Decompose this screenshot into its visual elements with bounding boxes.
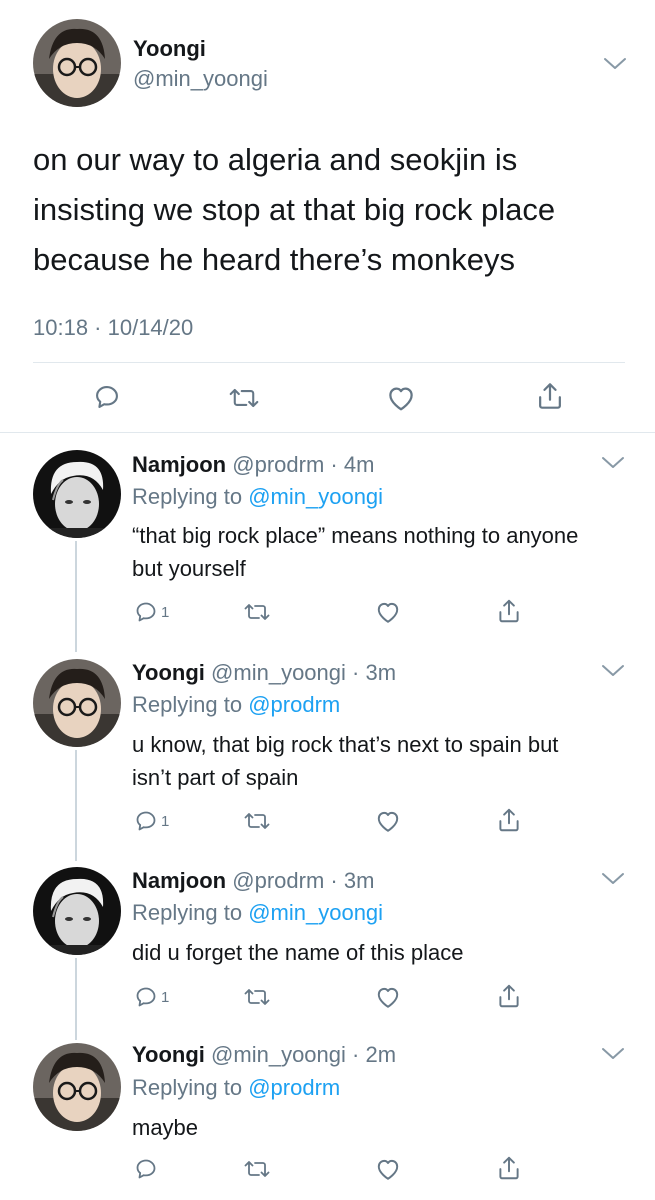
reply-1-reply-count: 1 bbox=[161, 603, 170, 621]
share-icon bbox=[496, 597, 522, 625]
main-tweet-text: on our way to algeria and seokjin is ins… bbox=[33, 142, 556, 277]
retweet-icon bbox=[244, 810, 270, 832]
reply-1-replying-label: Replying to bbox=[132, 484, 243, 509]
reply-1-header: Namjoon @prodrm · 4m bbox=[132, 452, 374, 478]
main-tweet-avatar[interactable] bbox=[33, 19, 121, 107]
share-icon bbox=[496, 806, 522, 834]
reply-3-more-icon[interactable] bbox=[601, 871, 625, 887]
heart-icon bbox=[386, 384, 416, 412]
reply-2-time: · 3m bbox=[352, 660, 397, 685]
speech-bubble-icon bbox=[93, 383, 121, 411]
reply-3-like-button[interactable] bbox=[375, 985, 401, 1009]
reply-4-avatar[interactable] bbox=[33, 1043, 121, 1131]
thread-line-1 bbox=[75, 541, 77, 652]
reply-4-header: Yoongi @min_yoongi · 2m bbox=[132, 1042, 396, 1068]
share-icon bbox=[496, 982, 522, 1010]
reply-2-retweet-button[interactable] bbox=[244, 810, 270, 832]
reply-3-text: did u forget the name of this place bbox=[132, 940, 464, 965]
retweet-icon bbox=[244, 986, 270, 1008]
main-tweet-timestamp: 10:18 · 10/14/20 bbox=[33, 315, 194, 340]
reply-1-like-button[interactable] bbox=[375, 600, 401, 624]
reply-3-header: Namjoon @prodrm · 3m bbox=[132, 868, 374, 894]
reply-3-replying-handle[interactable]: @min_yoongi bbox=[248, 900, 383, 925]
reply-3-replying-label: Replying to bbox=[132, 900, 243, 925]
speech-bubble-icon bbox=[134, 1157, 158, 1181]
reply-2-share-button[interactable] bbox=[496, 806, 522, 834]
reply-4-share-button[interactable] bbox=[496, 1154, 522, 1182]
reply-4-retweet-button[interactable] bbox=[244, 1158, 270, 1180]
thread-line-3 bbox=[75, 958, 77, 1040]
reply-1-reply-button[interactable]: 1 bbox=[134, 600, 169, 624]
reply-2-like-button[interactable] bbox=[375, 809, 401, 833]
heart-icon bbox=[375, 1157, 401, 1181]
main-tweet-handle[interactable]: @min_yoongi bbox=[133, 66, 268, 92]
reply-2-reply-count: 1 bbox=[161, 812, 170, 830]
reply-1-replying-handle[interactable]: @min_yoongi bbox=[248, 484, 383, 509]
reply-3-retweet-button[interactable] bbox=[244, 986, 270, 1008]
main-retweet-button[interactable] bbox=[229, 385, 259, 411]
reply-2-text: u know, that big rock that’s next to spa… bbox=[132, 732, 559, 790]
retweet-icon bbox=[244, 601, 270, 623]
speech-bubble-icon bbox=[134, 985, 158, 1009]
reply-2-more-icon[interactable] bbox=[601, 663, 625, 679]
main-tweet-divider bbox=[33, 362, 625, 363]
retweet-icon bbox=[244, 1158, 270, 1180]
main-tweet-name[interactable]: Yoongi bbox=[133, 36, 206, 62]
heart-icon bbox=[375, 600, 401, 624]
reply-3-reply-button[interactable]: 1 bbox=[134, 985, 169, 1009]
reply-2-name[interactable]: Yoongi bbox=[132, 660, 205, 685]
reply-2-avatar[interactable] bbox=[33, 659, 121, 747]
reply-3-replying-to: Replying to @min_yoongi bbox=[132, 900, 383, 926]
main-reply-button[interactable] bbox=[93, 383, 121, 411]
reply-1-share-button[interactable] bbox=[496, 597, 522, 625]
reply-1-avatar[interactable] bbox=[33, 450, 121, 538]
reply-4-time: · 2m bbox=[352, 1042, 397, 1067]
reply-1-time: · 4m bbox=[330, 452, 375, 477]
share-icon bbox=[535, 380, 565, 412]
reply-4-name[interactable]: Yoongi bbox=[132, 1042, 205, 1067]
reply-4-replying-to: Replying to @prodrm bbox=[132, 1075, 340, 1101]
reply-3-handle[interactable]: @prodrm bbox=[232, 868, 324, 893]
reply-3-name[interactable]: Namjoon bbox=[132, 868, 226, 893]
main-tweet-more-icon[interactable] bbox=[603, 56, 627, 72]
reply-4-like-button[interactable] bbox=[375, 1157, 401, 1181]
reply-4-replying-label: Replying to bbox=[132, 1075, 243, 1100]
speech-bubble-icon bbox=[134, 600, 158, 624]
reply-3-share-button[interactable] bbox=[496, 982, 522, 1010]
main-share-button[interactable] bbox=[535, 380, 565, 412]
reply-1-handle[interactable]: @prodrm bbox=[232, 452, 324, 477]
reply-3-reply-count: 1 bbox=[161, 988, 170, 1006]
reply-1-name[interactable]: Namjoon bbox=[132, 452, 226, 477]
reply-2-replying-handle[interactable]: @prodrm bbox=[248, 692, 340, 717]
reply-4-text: maybe bbox=[132, 1115, 199, 1140]
reply-1-retweet-button[interactable] bbox=[244, 601, 270, 623]
thread-separator bbox=[0, 432, 655, 433]
reply-4-reply-button[interactable] bbox=[134, 1157, 161, 1181]
reply-4-handle[interactable]: @min_yoongi bbox=[211, 1042, 346, 1067]
speech-bubble-icon bbox=[134, 809, 158, 833]
reply-1-replying-to: Replying to @min_yoongi bbox=[132, 484, 383, 510]
reply-2-replying-to: Replying to @prodrm bbox=[132, 692, 340, 718]
reply-3-avatar[interactable] bbox=[33, 867, 121, 955]
heart-icon bbox=[375, 809, 401, 833]
reply-4-more-icon[interactable] bbox=[601, 1046, 625, 1062]
heart-icon bbox=[375, 985, 401, 1009]
reply-3-time: · 3m bbox=[330, 868, 375, 893]
reply-2-reply-button[interactable]: 1 bbox=[134, 809, 169, 833]
reply-1-more-icon[interactable] bbox=[601, 455, 625, 471]
reply-2-handle[interactable]: @min_yoongi bbox=[211, 660, 346, 685]
main-like-button[interactable] bbox=[386, 384, 416, 412]
share-icon bbox=[496, 1154, 522, 1182]
reply-1-text: “that big rock place” means nothing to a… bbox=[132, 523, 579, 581]
thread-line-2 bbox=[75, 750, 77, 861]
reply-2-header: Yoongi @min_yoongi · 3m bbox=[132, 660, 396, 686]
reply-4-replying-handle[interactable]: @prodrm bbox=[248, 1075, 340, 1100]
reply-2-replying-label: Replying to bbox=[132, 692, 243, 717]
retweet-icon bbox=[229, 385, 259, 411]
